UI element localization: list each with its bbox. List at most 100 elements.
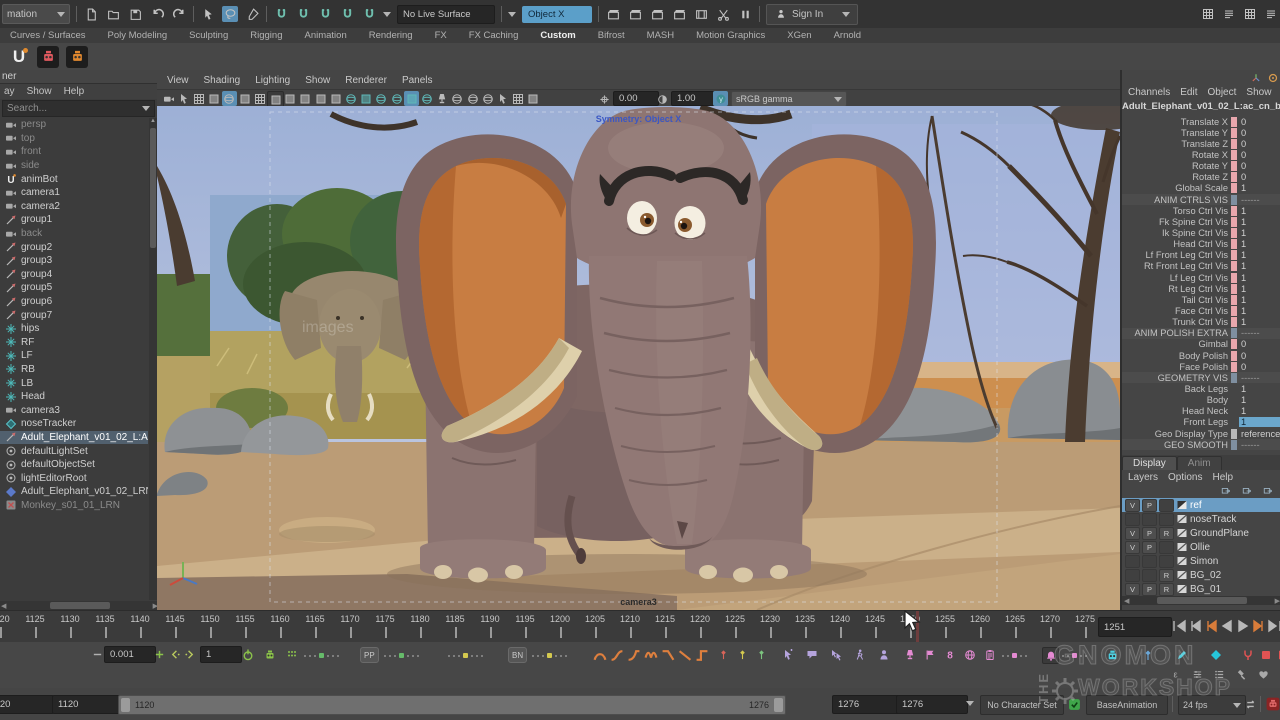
animbot-play-icon[interactable] (1274, 647, 1280, 662)
channel-value[interactable]: 0 (1239, 172, 1280, 182)
shelf-tab-mash[interactable]: MASH (647, 30, 674, 41)
animbot-eight-icon[interactable]: 8 (942, 647, 957, 662)
range-slider[interactable]: 11201276 (118, 695, 786, 715)
tangent-curve-icon[interactable] (660, 647, 676, 663)
shelf-tab-custom[interactable]: Custom (540, 30, 575, 41)
animbot-cursor-plus-icon[interactable] (780, 647, 795, 662)
viewport-menu-shading[interactable]: Shading (204, 75, 241, 86)
viewport-toolbar-icon[interactable] (313, 91, 328, 106)
channel-row[interactable]: Body Polish0 (1122, 350, 1280, 361)
live-surface-field[interactable]: No Live Surface (397, 5, 495, 24)
animbot-heart-icon[interactable] (1256, 667, 1270, 681)
animbot-walk-icon[interactable] (852, 647, 867, 662)
outliner-item[interactable]: camera3 (0, 403, 148, 417)
tangent-curve-icon[interactable] (643, 647, 659, 663)
layer-row[interactable]: VPRGroundPlane (1122, 526, 1280, 540)
viewport-menu-lighting[interactable]: Lighting (255, 75, 290, 86)
go-to-end-button[interactable] (1268, 616, 1280, 636)
channel-row[interactable]: Trunk Ctrl Vis1 (1122, 317, 1280, 328)
viewport-toolbar-icon[interactable] (389, 91, 404, 106)
undo-icon[interactable] (149, 6, 165, 22)
channel-box-toggle-icon[interactable] (1242, 7, 1257, 22)
viewport-toolbar-icon[interactable] (450, 91, 465, 106)
viewport-toolbar-icon[interactable] (511, 91, 526, 106)
channel-row[interactable]: GEOMETRY VIS------ (1122, 372, 1280, 383)
layer-p-toggle[interactable]: P (1142, 541, 1157, 554)
channel-value[interactable]: ------ (1239, 328, 1280, 338)
outliner-item[interactable]: defaultLightSet (0, 444, 148, 458)
layer-v-toggle[interactable] (1125, 513, 1140, 526)
horizontal-scrollbar[interactable]: ◀▶ (0, 601, 159, 610)
layer-p-toggle[interactable]: P (1142, 527, 1157, 540)
shelf-tab-rendering[interactable]: Rendering (369, 30, 413, 41)
fps-dropdown[interactable]: 24 fps (1178, 695, 1246, 715)
layer-r-toggle[interactable]: R (1159, 583, 1174, 596)
shelf-tab-fx-caching[interactable]: FX Caching (469, 30, 519, 41)
viewport-toolbar-icon[interactable] (404, 91, 419, 106)
playback-loop-icon[interactable] (1242, 696, 1258, 712)
channel-value[interactable]: 1 (1239, 295, 1280, 305)
outliner-item[interactable]: camera2 (0, 200, 148, 214)
tangent-curve-icon[interactable] (677, 647, 693, 663)
layer-r-toggle[interactable] (1159, 555, 1174, 568)
channel-value[interactable]: 1 (1239, 306, 1280, 316)
save-icon[interactable] (127, 6, 143, 22)
channel-value[interactable]: ------ (1239, 195, 1280, 205)
layer-v-toggle[interactable]: V (1125, 499, 1140, 512)
key-red-icon[interactable] (716, 647, 730, 661)
view-transform-icon[interactable]: γ (713, 91, 728, 106)
sign-in-button[interactable]: Sign In (766, 4, 858, 25)
channel-row[interactable]: Back Legs1 (1122, 383, 1280, 394)
channel-value[interactable]: 0 (1239, 362, 1280, 372)
animation-start-field[interactable]: 1120 (0, 695, 54, 714)
anim-layer-icon[interactable] (1066, 696, 1082, 712)
channel-value[interactable]: 1 (1239, 250, 1280, 260)
channel-value[interactable]: ------ (1239, 440, 1280, 450)
paint-cursor-icon[interactable] (244, 6, 260, 22)
layer-tab-anim[interactable]: Anim (1177, 456, 1222, 470)
tangent-curve-icon[interactable] (626, 647, 642, 663)
select-cursor-icon[interactable] (200, 6, 216, 22)
range-handle-left[interactable] (121, 698, 130, 712)
render-sequence-icon[interactable] (649, 6, 665, 22)
exposure-field[interactable]: 0.00 (613, 91, 659, 106)
new-file-icon[interactable] (83, 6, 99, 22)
time-slider[interactable]: 1120112511301135114011451150115511601165… (0, 610, 1280, 644)
exposure-icon[interactable] (597, 92, 611, 106)
animbot-grid-icon[interactable] (284, 647, 299, 662)
channel-value[interactable]: 0 (1239, 161, 1280, 171)
render-settings-icon[interactable] (671, 6, 687, 22)
shelf-tab-poly-modeling[interactable]: Poly Modeling (108, 30, 168, 41)
animbot-flag-icon[interactable] (922, 647, 937, 662)
pause-icon[interactable] (737, 6, 753, 22)
layer-p-toggle[interactable]: P (1142, 499, 1157, 512)
viewport-toolbar-icon[interactable] (222, 91, 237, 106)
snap-grid-icon[interactable] (273, 6, 289, 22)
viewport-toolbar-icon[interactable] (176, 91, 191, 106)
bn-chip[interactable]: BN (508, 647, 527, 663)
layer-v-toggle[interactable]: V (1125, 583, 1140, 596)
layer-p-toggle[interactable] (1142, 569, 1157, 582)
channel-value[interactable]: 1 (1239, 284, 1280, 294)
viewport-toolbar-icon[interactable] (435, 91, 450, 106)
shelf-tab-animation[interactable]: Animation (304, 30, 346, 41)
channel-value[interactable]: 1 (1239, 183, 1280, 193)
outliner-item[interactable]: group1 (0, 213, 148, 227)
animbot-power-icon[interactable] (240, 647, 255, 662)
animbot-tool-icon[interactable] (1234, 667, 1248, 681)
channel-value[interactable]: 0 (1239, 139, 1280, 149)
outliner-item[interactable]: front (0, 145, 148, 159)
animbot-bell-icon[interactable] (1042, 647, 1059, 664)
channel-row[interactable]: Translate Y0 (1122, 127, 1280, 138)
animbot-scriptE-icon[interactable]: ε (1168, 667, 1182, 681)
viewport-toolbar-icon[interactable] (359, 91, 374, 106)
layer-v-toggle[interactable] (1125, 555, 1140, 568)
animbot-diamond-icon[interactable] (1208, 647, 1223, 662)
channel-value[interactable]: 1 (1239, 395, 1280, 405)
channel-row[interactable]: Global Scale1 (1122, 183, 1280, 194)
channel-row[interactable]: Gimbal0 (1122, 339, 1280, 350)
channel-row[interactable]: Lf Front Leg Ctrl Vis1 (1122, 250, 1280, 261)
gamma-field[interactable]: 1.00 (671, 91, 717, 106)
layer-r-toggle[interactable] (1159, 541, 1174, 554)
animbot-frames-field[interactable]: 1 (200, 646, 242, 663)
